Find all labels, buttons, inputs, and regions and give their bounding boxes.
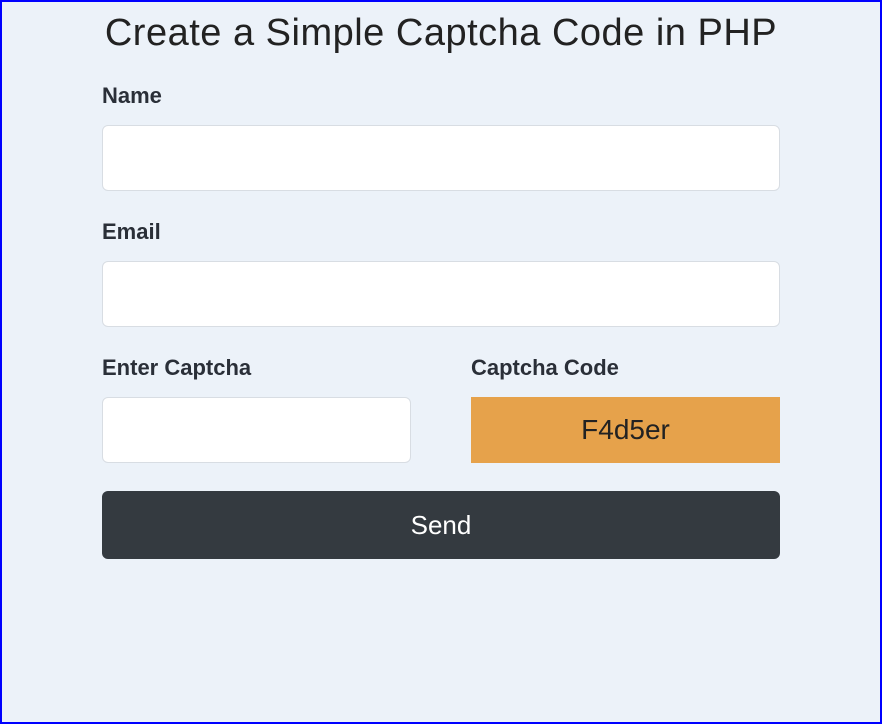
name-group: Name [102, 83, 780, 191]
name-input[interactable] [102, 125, 780, 191]
captcha-input-label: Enter Captcha [102, 355, 411, 381]
email-input[interactable] [102, 261, 780, 327]
form-wrap: Name Email Enter Captcha Captcha Code F4… [42, 83, 840, 559]
form-panel: Create a Simple Captcha Code in PHP Name… [0, 0, 882, 724]
name-label: Name [102, 83, 780, 109]
email-label: Email [102, 219, 780, 245]
captcha-code-col: Captcha Code F4d5er [471, 355, 780, 463]
page-title: Create a Simple Captcha Code in PHP [42, 12, 840, 55]
send-button[interactable]: Send [102, 491, 780, 559]
captcha-row: Enter Captcha Captcha Code F4d5er [102, 355, 780, 463]
captcha-code-display: F4d5er [471, 397, 780, 463]
captcha-input-col: Enter Captcha [102, 355, 411, 463]
captcha-code-label: Captcha Code [471, 355, 780, 381]
email-group: Email [102, 219, 780, 327]
captcha-input[interactable] [102, 397, 411, 463]
